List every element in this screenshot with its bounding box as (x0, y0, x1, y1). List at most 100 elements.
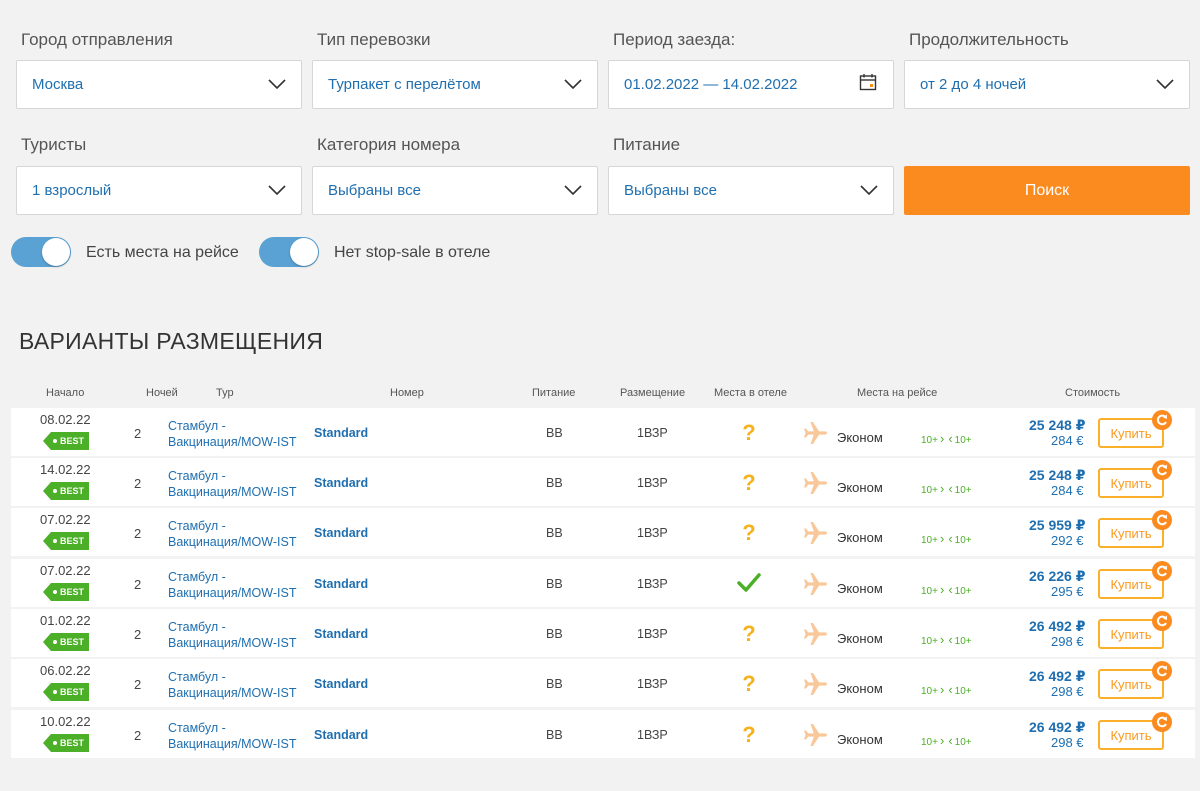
chevron-down-icon (268, 79, 286, 90)
row-meal: BB (546, 577, 563, 591)
header-hotel-seats: Места в отеле (714, 387, 787, 399)
meal-select[interactable]: Выбраны все (608, 166, 894, 215)
row-nights: 2 (134, 426, 142, 441)
row-nights: 2 (134, 577, 142, 592)
no-stop-sale-toggle[interactable] (259, 237, 319, 267)
seats-back: 10+ (954, 435, 972, 446)
row-tour-line2: Вакцинация/MOW-IST (168, 435, 297, 449)
best-badge: BEST (43, 683, 89, 701)
row-nights: 2 (134, 677, 142, 692)
row-tour-link[interactable]: Стамбул - Вакцинация/MOW-IST (168, 720, 308, 752)
header-meal: Питание (532, 387, 576, 399)
row-tour-line2: Вакцинация/MOW-IST (168, 636, 297, 650)
row-nights: 2 (134, 476, 142, 491)
toggle-knob (290, 238, 318, 266)
row-flight-class: Эконом (837, 430, 883, 445)
flight-seats-toggle[interactable] (11, 237, 71, 267)
row-room-link[interactable]: Standard (314, 677, 368, 691)
question-icon: ? (737, 671, 761, 696)
row-price-eur: 284 € (1051, 483, 1084, 498)
svg-text:?: ? (742, 671, 755, 695)
arrow-right-icon: › (939, 431, 945, 446)
row-room-link[interactable]: Standard (314, 426, 368, 440)
arrow-left-icon: ‹ (948, 733, 953, 748)
row-room-link[interactable]: Standard (314, 476, 368, 490)
calendar-icon[interactable] (859, 73, 877, 91)
row-nights: 2 (134, 627, 142, 642)
departure-value: Москва (32, 76, 84, 93)
header-flight-seats: Места на рейсе (857, 387, 938, 399)
refresh-badge-icon (1152, 460, 1172, 480)
row-price-rub: 25 248 ₽ (1029, 417, 1086, 433)
row-tour-line2: Вакцинация/MOW-IST (168, 485, 297, 499)
row-tour-link[interactable]: Стамбул - Вакцинация/MOW-IST (168, 518, 308, 550)
row-price-eur: 284 € (1051, 433, 1084, 448)
row-room-link[interactable]: Standard (314, 728, 368, 742)
refresh-badge-icon (1152, 712, 1172, 732)
svg-text:?: ? (742, 470, 755, 494)
row-tour-link[interactable]: Стамбул - Вакцинация/MOW-IST (168, 468, 308, 500)
seats-back: 10+ (954, 485, 972, 496)
header-price: Стоимость (1065, 387, 1121, 399)
plane-icon (803, 671, 829, 697)
arrow-left-icon: ‹ (948, 431, 953, 446)
departure-select[interactable]: Москва (16, 60, 302, 109)
best-badge: BEST (43, 482, 89, 500)
row-price-rub: 26 492 ₽ (1029, 719, 1086, 735)
results-title: ВАРИАНТЫ РАЗМЕЩЕНИЯ (19, 328, 324, 354)
row-flight-seats: 10+ › ‹ 10+ (921, 632, 972, 647)
arrow-left-icon: ‹ (948, 632, 953, 647)
tourists-value: 1 взрослый (32, 182, 112, 199)
arrow-left-icon: ‹ (948, 682, 953, 697)
header-start: Начало (46, 387, 85, 399)
row-flight-seats: 10+ › ‹ 10+ (921, 531, 972, 546)
period-value: 01.02.2022 — 14.02.2022 (624, 76, 798, 93)
row-tour-line1: Стамбул - (168, 721, 226, 735)
refresh-badge-icon (1152, 661, 1172, 681)
header-tour: Тур (216, 387, 234, 399)
row-room-link[interactable]: Standard (314, 577, 368, 591)
arrow-right-icon: › (939, 481, 945, 496)
seats-back: 10+ (954, 636, 972, 647)
transport-label: Тип перевозки (317, 30, 431, 49)
meal-value: Выбраны все (624, 182, 717, 199)
row-date: 14.02.22 (40, 462, 91, 477)
seats-out: 10+ (921, 636, 938, 647)
row-tour-link[interactable]: Стамбул - Вакцинация/MOW-IST (168, 669, 308, 701)
arrow-left-icon: ‹ (948, 531, 953, 546)
transport-select[interactable]: Турпакет с перелётом (312, 60, 598, 109)
row-tour-link[interactable]: Стамбул - Вакцинация/MOW-IST (168, 569, 308, 601)
table-row: 08.02.22 BEST 2 Стамбул - Вакцинация/MOW-IST… (11, 408, 1195, 456)
room-category-select[interactable]: Выбраны все (312, 166, 598, 215)
row-room-link[interactable]: Standard (314, 627, 368, 641)
duration-select[interactable]: от 2 до 4 ночей (904, 60, 1190, 109)
seats-out: 10+ (921, 686, 938, 697)
svg-text:?: ? (742, 520, 755, 544)
row-tour-line1: Стамбул - (168, 469, 226, 483)
search-button[interactable]: Поиск (904, 166, 1190, 215)
arrow-right-icon: › (939, 632, 945, 647)
table-row: 10.02.22 BEST 2 Стамбул - Вакцинация/MOW-IST… (11, 710, 1195, 758)
row-price-rub: 25 248 ₽ (1029, 467, 1086, 483)
row-meal: BB (546, 426, 563, 440)
row-tour-line2: Вакцинация/MOW-IST (168, 586, 297, 600)
period-input[interactable]: 01.02.2022 — 14.02.2022 (608, 60, 894, 109)
row-meal: BB (546, 526, 563, 540)
row-room-link[interactable]: Standard (314, 526, 368, 540)
row-tour-line1: Стамбул - (168, 570, 226, 584)
arrow-right-icon: › (939, 682, 945, 697)
plane-icon (803, 621, 829, 647)
room-category-label: Категория номера (317, 135, 461, 154)
arrow-right-icon: › (939, 531, 945, 546)
table-row: 01.02.22 BEST 2 Стамбул - Вакцинация/MOW-IST… (11, 609, 1195, 657)
no-stop-sale-toggle-label: Нет stop-sale в отеле (334, 244, 491, 261)
row-price-rub: 26 492 ₽ (1029, 668, 1086, 684)
seats-out: 10+ (921, 586, 938, 597)
seats-back: 10+ (954, 686, 972, 697)
row-flight-seats: 10+ › ‹ 10+ (921, 431, 972, 446)
row-tour-link[interactable]: Стамбул - Вакцинация/MOW-IST (168, 619, 308, 651)
best-badge: BEST (43, 583, 89, 601)
tourists-select[interactable]: 1 взрослый (16, 166, 302, 215)
row-tour-link[interactable]: Стамбул - Вакцинация/MOW-IST (168, 418, 308, 450)
row-flight-seats: 10+ › ‹ 10+ (921, 682, 972, 697)
